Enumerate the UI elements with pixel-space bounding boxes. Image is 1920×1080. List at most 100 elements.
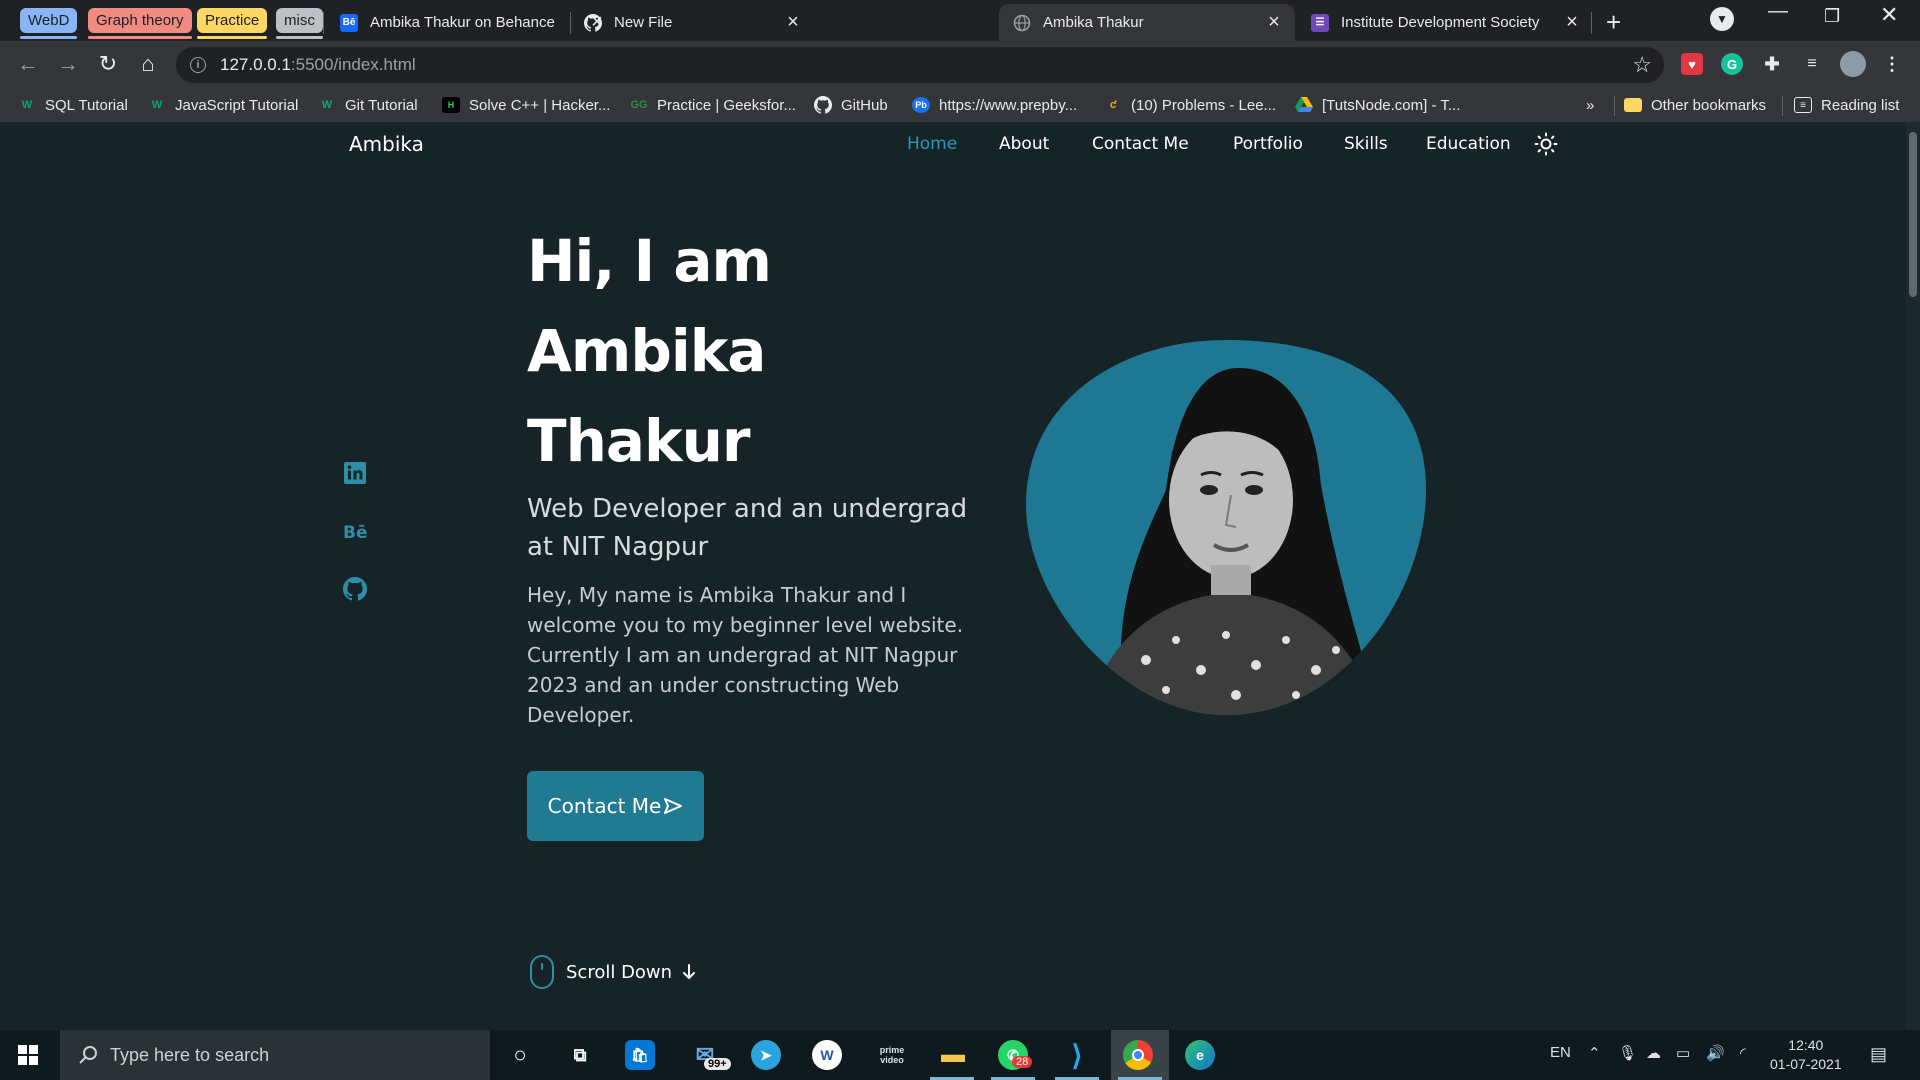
arrow-down-icon <box>683 964 696 979</box>
tab-strip: WebD Graph theory Practice misc Bē Ambik… <box>0 0 1920 41</box>
cortana-icon[interactable]: ○ <box>503 1038 537 1072</box>
media-control-icon[interactable]: ≡ <box>1801 53 1823 75</box>
nav-contact-me[interactable]: Contact Me <box>1092 134 1189 154</box>
reading-list[interactable]: ≡ Reading list <box>1794 94 1899 116</box>
web-page: Ambika Home About Contact Me Portfolio S… <box>0 122 1906 1030</box>
address-bar[interactable]: i 127.0.0.1:5500/index.html ☆ <box>176 47 1664 83</box>
notifications-icon[interactable]: ▤ <box>1870 1044 1887 1065</box>
windows-start-icon[interactable] <box>18 1045 38 1065</box>
new-tab-button[interactable]: + <box>1606 7 1621 38</box>
scroll-down-link[interactable]: Scroll Down <box>530 955 698 989</box>
hero-title-line: Hi, I am <box>527 227 772 295</box>
linkedin-icon[interactable] <box>343 461 367 485</box>
bookmarks-bar: W SQL Tutorial W JavaScript Tutorial W Git … <box>0 89 1920 122</box>
onedrive-icon[interactable]: ☁ <box>1646 1044 1661 1062</box>
site-info-icon[interactable]: i <box>190 57 206 73</box>
bookmark-prepbytes[interactable]: Pb https://www.prepby... <box>912 94 1077 116</box>
page-scrollbar[interactable] <box>1906 122 1920 1030</box>
store-icon[interactable]: 🛍 <box>625 1040 655 1070</box>
microphone-icon[interactable]: 🎙 <box>1618 1044 1637 1062</box>
taskbar-search[interactable]: Type here to search <box>60 1030 490 1080</box>
bookmark-hackerrank[interactable]: H Solve C++ | Hacker... <box>442 94 610 116</box>
forward-icon[interactable]: → <box>54 51 82 77</box>
battery-icon[interactable]: ▭ <box>1676 1044 1690 1062</box>
task-view-icon[interactable]: ⧉ <box>563 1038 597 1072</box>
tab-group-webd[interactable]: WebD <box>20 8 78 39</box>
window-close-icon[interactable]: ✕ <box>1880 2 1898 28</box>
tab-group-underline <box>276 36 323 39</box>
bookmark-github[interactable]: GitHub <box>814 94 888 116</box>
tab-ambika-thakur-active[interactable]: Ambika Thakur × <box>999 4 1295 41</box>
tab-group-misc[interactable]: misc <box>276 8 323 39</box>
chrome-icon[interactable] <box>1123 1040 1153 1070</box>
browser-toolbar: ← → ↻ ⌂ i 127.0.0.1:5500/index.html ☆ ♥ … <box>0 41 1920 89</box>
bookmark-geeksforgeeks[interactable]: GG Practice | Geeksfor... <box>630 94 796 116</box>
windows-taskbar: Type here to search ○ ⧉ 🛍 ✉ 99+ ➤ W prim… <box>0 1030 1920 1080</box>
show-hidden-icons-icon[interactable]: ⌃ <box>1588 1044 1601 1062</box>
mail-badge: 99+ <box>704 1058 731 1070</box>
site-logo[interactable]: Ambika <box>349 132 424 156</box>
vscode-icon[interactable]: ⟩ <box>1060 1038 1094 1072</box>
mouse-icon <box>530 955 554 989</box>
wifi-icon[interactable]: ◜ <box>1740 1044 1746 1062</box>
home-icon[interactable]: ⌂ <box>134 51 162 77</box>
close-icon[interactable]: × <box>1265 11 1283 34</box>
minimize-icon[interactable]: — <box>1768 0 1788 23</box>
menu-icon[interactable]: ⋮ <box>1881 53 1903 75</box>
close-icon[interactable]: × <box>784 11 802 34</box>
bookmark-tutsnode[interactable]: [TutsNode.com] - T... <box>1295 94 1460 116</box>
clock[interactable]: 12:40 01-07-2021 <box>1770 1036 1842 1074</box>
search-placeholder: Type here to search <box>110 1044 270 1065</box>
file-explorer-icon[interactable]: ▬ <box>936 1038 970 1072</box>
bookmark-leetcode[interactable]: ƈ (10) Problems - Lee... <box>1104 94 1276 116</box>
tab-separator <box>1591 12 1592 34</box>
tab-group-underline <box>20 36 78 39</box>
drive-icon <box>1295 97 1313 113</box>
back-icon[interactable]: ← <box>14 51 42 77</box>
tab-title: Ambika Thakur on Behance <box>370 14 555 31</box>
hero-title-line: Thakur <box>527 407 750 475</box>
other-bookmarks[interactable]: Other bookmarks <box>1624 94 1766 116</box>
extensions-icon[interactable]: ✚ <box>1761 53 1783 75</box>
tab-new-file[interactable]: New File × <box>570 4 814 41</box>
tab-institute-development-society[interactable]: ☰ Institute Development Society × <box>1297 4 1593 41</box>
profile-image <box>1026 340 1426 715</box>
close-icon[interactable]: × <box>1563 11 1581 34</box>
profile-avatar[interactable] <box>1840 51 1866 77</box>
search-icon <box>79 1046 97 1064</box>
tab-group-graph-theory[interactable]: Graph theory <box>88 8 192 39</box>
pocket-icon[interactable]: ♥ <box>1681 53 1703 75</box>
url-host: 127.0.0.1 <box>220 55 291 74</box>
tab-search-icon[interactable]: ▼ <box>1710 7 1734 31</box>
volume-icon[interactable]: 🔊 <box>1706 1044 1725 1062</box>
bookmarks-overflow-button[interactable]: » <box>1586 94 1594 116</box>
nav-skills[interactable]: Skills <box>1344 134 1388 154</box>
tab-title: Institute Development Society <box>1341 14 1540 31</box>
tab-group-underline <box>197 36 268 39</box>
bookmark-star-icon[interactable]: ☆ <box>1632 52 1652 78</box>
language-indicator[interactable]: EN <box>1550 1044 1571 1061</box>
nav-about[interactable]: About <box>999 134 1049 154</box>
bookmark-git-tutorial[interactable]: W Git Tutorial <box>318 94 418 116</box>
reload-icon[interactable]: ↻ <box>94 51 122 77</box>
telegram-icon[interactable]: ➤ <box>751 1040 781 1070</box>
bookmark-javascript-tutorial[interactable]: W JavaScript Tutorial <box>148 94 299 116</box>
tab-group-practice[interactable]: Practice <box>197 8 268 39</box>
nav-portfolio[interactable]: Portfolio <box>1233 134 1303 154</box>
prime-video-icon[interactable]: prime video <box>874 1038 910 1072</box>
w3schools-icon: W <box>21 99 33 111</box>
whiteboard-icon[interactable]: W <box>812 1040 842 1070</box>
nav-education[interactable]: Education <box>1426 134 1511 154</box>
bookmark-sql-tutorial[interactable]: W SQL Tutorial <box>18 94 128 116</box>
behance-icon[interactable]: Bē <box>343 520 367 544</box>
github-icon[interactable] <box>343 577 367 601</box>
grammarly-icon[interactable]: G <box>1721 53 1743 75</box>
bookmark-label: Other bookmarks <box>1651 96 1767 114</box>
nav-home[interactable]: Home <box>907 134 957 154</box>
theme-toggle-sun-icon[interactable] <box>1534 132 1558 156</box>
scrollbar-thumb[interactable] <box>1909 132 1917 297</box>
edge-icon[interactable]: e <box>1185 1040 1215 1070</box>
contact-me-button[interactable]: Contact Me <box>527 771 704 841</box>
tab-group-label: WebD <box>28 12 70 29</box>
restore-icon[interactable]: ❐ <box>1824 6 1840 27</box>
